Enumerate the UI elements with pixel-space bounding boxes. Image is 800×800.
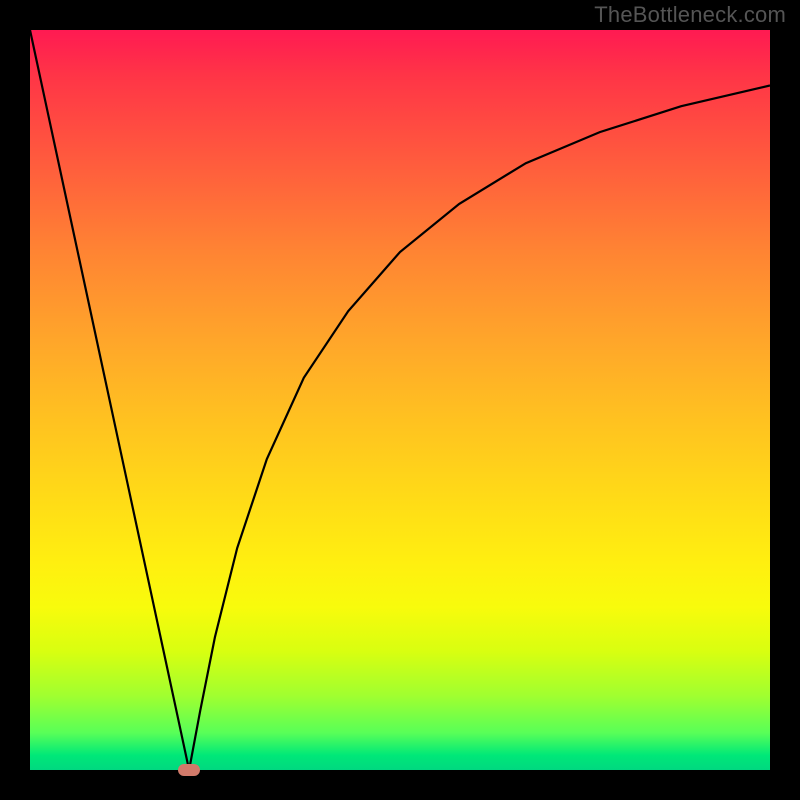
watermark-text: TheBottleneck.com: [594, 2, 786, 28]
bottleneck-curve: [30, 30, 770, 770]
chart-frame: TheBottleneck.com: [0, 0, 800, 800]
plot-area: [30, 30, 770, 770]
minimum-marker: [178, 764, 200, 776]
